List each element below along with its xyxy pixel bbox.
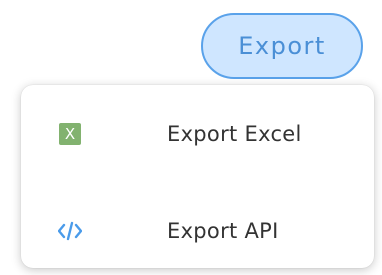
- code-icon: [58, 219, 82, 243]
- menu-item-label: Export Excel: [167, 122, 302, 146]
- excel-icon-letter: X: [59, 123, 81, 145]
- menu-item-export-excel[interactable]: X Export Excel: [21, 101, 374, 167]
- export-widget: Export X Export Excel Export API: [0, 0, 382, 275]
- menu-item-label: Export API: [167, 219, 279, 243]
- menu-item-export-api[interactable]: Export API: [21, 198, 374, 264]
- excel-icon: X: [58, 122, 82, 146]
- export-button[interactable]: Export: [201, 13, 363, 79]
- export-dropdown-menu: X Export Excel Export API: [21, 85, 374, 268]
